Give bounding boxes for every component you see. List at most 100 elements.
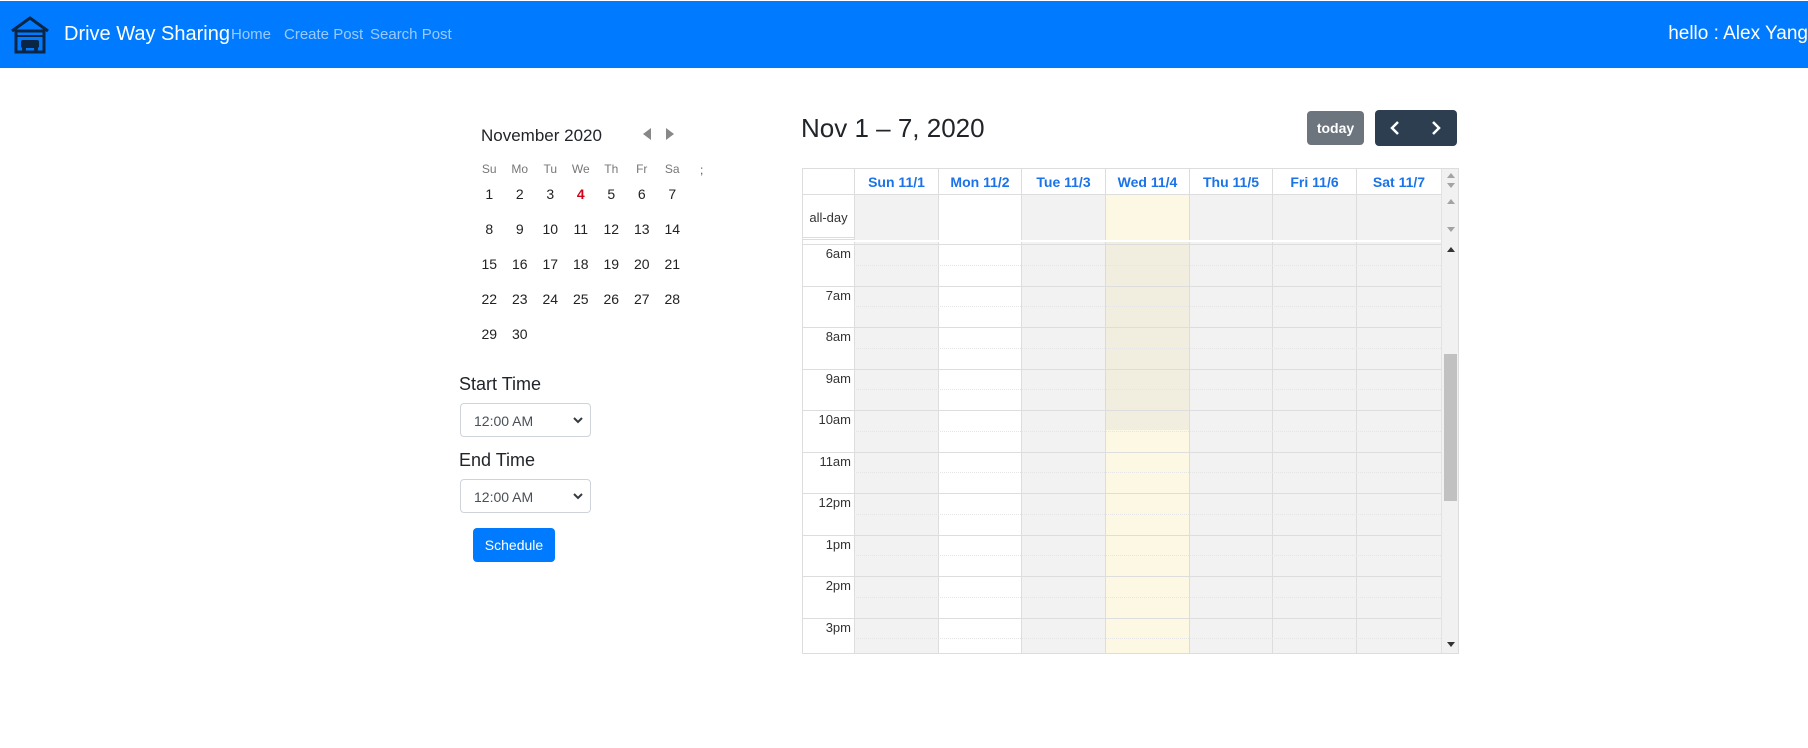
schedule-button[interactable]: Schedule: [473, 528, 555, 562]
day-column[interactable]: [1356, 242, 1441, 653]
scroll-up-icon[interactable]: [1447, 173, 1455, 178]
all-day-cell[interactable]: [1105, 195, 1189, 240]
brand-name[interactable]: Drive Way Sharing: [64, 23, 230, 46]
mini-calendar-day[interactable]: 8: [474, 215, 505, 250]
day-header[interactable]: Tue 11/3: [1021, 169, 1105, 195]
mini-calendar-day[interactable]: 24: [535, 285, 566, 320]
garage-car-icon[interactable]: [10, 16, 50, 54]
mini-calendar-day[interactable]: 5: [596, 180, 627, 215]
half-hour-line: [854, 430, 1441, 432]
mini-calendar-day[interactable]: 6: [627, 180, 658, 215]
nav-link-create-post[interactable]: Create Post: [284, 26, 363, 43]
mini-calendar-day[interactable]: 22: [474, 285, 505, 320]
mini-calendar-week: 8 9 10 11 12 13 14: [474, 215, 688, 250]
half-hour-line: [854, 638, 1441, 640]
mini-calendar-day[interactable]: 26: [596, 285, 627, 320]
mini-calendar-week: 15 16 17 18 19 20 21: [474, 250, 688, 285]
nav-link-search-post[interactable]: Search Post: [370, 26, 452, 43]
hour-line: [803, 534, 1441, 536]
day-column[interactable]: [1272, 242, 1356, 653]
weekday-label: Mo: [511, 162, 529, 176]
day-column[interactable]: [854, 242, 938, 653]
mini-calendar-day[interactable]: 17: [535, 250, 566, 285]
mini-calendar-day[interactable]: 16: [505, 250, 536, 285]
nav-link-home[interactable]: Home: [231, 26, 271, 43]
hour-line: [803, 576, 1441, 577]
scroll-down-icon[interactable]: [1447, 227, 1455, 232]
mini-calendar-day: [657, 320, 688, 355]
mini-calendar-day[interactable]: 1: [474, 180, 505, 215]
mini-calendar-day[interactable]: 13: [627, 215, 658, 250]
day-header[interactable]: Sun 11/1: [854, 169, 938, 195]
day-header[interactable]: Sat 11/7: [1356, 169, 1441, 195]
half-hour-line: [854, 513, 1441, 515]
day-header[interactable]: Mon 11/2: [938, 169, 1021, 195]
mini-calendar-day[interactable]: 29: [474, 320, 505, 355]
mini-calendar-weekdays: Su Mo Tu We Th Fr Sa: [474, 158, 688, 180]
mini-calendar-day[interactable]: 9: [505, 215, 536, 250]
header-gutter: [803, 169, 854, 195]
time-label: 8am: [825, 329, 851, 344]
mini-calendar-day[interactable]: 2: [505, 180, 536, 215]
day-header[interactable]: Thu 11/5: [1189, 169, 1272, 195]
calendar-scrollbar[interactable]: [1441, 169, 1458, 653]
scroll-up-icon[interactable]: [1447, 247, 1455, 252]
start-time-select[interactable]: 12:00 AM: [460, 403, 591, 437]
scroll-down-icon[interactable]: [1447, 183, 1455, 188]
all-day-cell[interactable]: [938, 195, 1021, 240]
time-label: 9am: [825, 370, 851, 386]
time-label: 1pm: [825, 536, 851, 552]
day-header[interactable]: Wed 11/4: [1105, 169, 1189, 195]
mini-calendar-day[interactable]: 15: [474, 250, 505, 285]
all-day-cell[interactable]: [1272, 195, 1356, 240]
day-header[interactable]: Fri 11/6: [1272, 169, 1356, 195]
weekday-label: Th: [604, 162, 619, 176]
all-day-cell[interactable]: [1189, 195, 1272, 240]
mini-calendar-day[interactable]: 14: [657, 215, 688, 250]
scroll-up-icon[interactable]: [1447, 199, 1455, 204]
mini-calendar-day[interactable]: 30: [505, 320, 536, 355]
time-grid: 6am 7am 8am 9am 10am 11am 12pm 1pm 2pm 3pm: [803, 242, 1441, 653]
mini-calendar-month-title: November 2020: [481, 126, 602, 145]
mini-calendar-extra-mark: ;: [700, 163, 704, 177]
mini-calendar-day[interactable]: 10: [535, 215, 566, 250]
today-button[interactable]: today: [1307, 111, 1364, 145]
mini-calendar-day[interactable]: 21: [657, 250, 688, 285]
mini-calendar-day[interactable]: 25: [566, 285, 597, 320]
mini-calendar-day[interactable]: 3: [535, 180, 566, 215]
calendar-prev-button[interactable]: [1375, 110, 1416, 146]
mini-calendar-day: [627, 320, 658, 355]
mini-calendar-week: 22 23 24 25 26 27 28: [474, 285, 688, 320]
mini-calendar-prev-icon[interactable]: [641, 127, 653, 141]
mini-calendar-day[interactable]: 18: [566, 250, 597, 285]
calendar-next-button[interactable]: [1416, 110, 1457, 146]
time-label: 10am: [818, 412, 851, 427]
all-day-cell[interactable]: [854, 195, 938, 240]
day-column[interactable]: [1021, 242, 1105, 653]
mini-calendar-next-icon[interactable]: [664, 127, 676, 141]
mini-calendar-day[interactable]: 23: [505, 285, 536, 320]
chevron-left-icon: [1390, 121, 1399, 135]
scroll-thumb[interactable]: [1444, 354, 1457, 501]
day-column[interactable]: [938, 242, 1021, 653]
mini-calendar-day[interactable]: 7: [657, 180, 688, 215]
chevron-right-icon: [1432, 121, 1441, 135]
half-hour-line: [854, 306, 1441, 308]
mini-calendar-day-today[interactable]: 4: [566, 180, 597, 215]
hour-line: [803, 410, 1441, 411]
half-hour-line: [854, 389, 1441, 391]
mini-calendar-day[interactable]: 12: [596, 215, 627, 250]
mini-calendar-day[interactable]: 28: [657, 285, 688, 320]
all-day-cell[interactable]: [1021, 195, 1105, 240]
end-time-select[interactable]: 12:00 AM: [460, 479, 591, 513]
all-day-cell[interactable]: [1356, 195, 1441, 240]
hour-line: [803, 493, 1441, 494]
day-column[interactable]: [1189, 242, 1272, 653]
mini-calendar-day[interactable]: 20: [627, 250, 658, 285]
mini-calendar-day[interactable]: 11: [566, 215, 597, 250]
weekday-label: Tu: [543, 162, 558, 176]
mini-calendar-day[interactable]: 27: [627, 285, 658, 320]
mini-calendar-day[interactable]: 19: [596, 250, 627, 285]
time-label: 6am: [825, 246, 851, 261]
scroll-down-icon[interactable]: [1447, 642, 1455, 647]
